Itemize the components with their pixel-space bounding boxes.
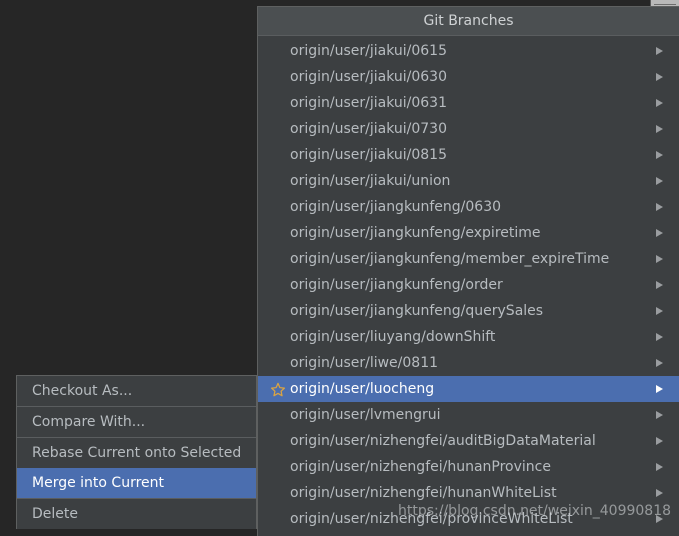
branch-row[interactable]: origin/user/jiakui/0631 bbox=[258, 90, 679, 116]
chevron-right-icon[interactable] bbox=[656, 125, 663, 133]
branch-label: origin/user/nizhengfei/provinceWhiteList bbox=[290, 511, 573, 527]
branch-label: origin/user/jiakui/0630 bbox=[290, 69, 447, 85]
branch-row[interactable]: origin/user/jiangkunfeng/order bbox=[258, 272, 679, 298]
branch-row[interactable]: origin/user/jiangkunfeng/0630 bbox=[258, 194, 679, 220]
context-menu-item[interactable]: Rebase Current onto Selected bbox=[17, 438, 256, 468]
chevron-right-icon[interactable] bbox=[656, 359, 663, 367]
branch-row[interactable]: origin/user/lvmengrui bbox=[258, 402, 679, 428]
context-menu-item[interactable]: Merge into Current bbox=[17, 468, 256, 498]
chevron-right-icon[interactable] bbox=[656, 255, 663, 263]
chevron-right-icon[interactable] bbox=[656, 411, 663, 419]
chevron-right-icon[interactable] bbox=[656, 203, 663, 211]
chevron-right-icon[interactable] bbox=[656, 151, 663, 159]
chevron-right-icon[interactable] bbox=[656, 437, 663, 445]
branch-row[interactable]: origin/user/jiakui/0615 bbox=[258, 38, 679, 64]
branch-row[interactable]: origin/user/jiakui/0730 bbox=[258, 116, 679, 142]
branch-label: origin/user/jiangkunfeng/member_expireTi… bbox=[290, 251, 610, 267]
chevron-right-icon[interactable] bbox=[656, 307, 663, 315]
branch-label: origin/user/luocheng bbox=[290, 381, 435, 397]
branch-row[interactable]: origin/user/liuyang/downShift bbox=[258, 324, 679, 350]
branch-label: origin/user/lvmengrui bbox=[290, 407, 441, 423]
screen-root: Git Branches origin/user/jiakui/0615 orig… bbox=[0, 0, 679, 536]
branch-label: origin/user/jiakui/0615 bbox=[290, 43, 447, 59]
branch-row[interactable]: origin/user/nizhengfei/provinceWhiteList bbox=[258, 506, 679, 532]
branch-label: origin/user/jiangkunfeng/expiretime bbox=[290, 225, 541, 241]
branch-row[interactable]: origin/user/nizhengfei/hunanProvince bbox=[258, 454, 679, 480]
chevron-right-icon[interactable] bbox=[656, 489, 663, 497]
git-branches-popup: Git Branches origin/user/jiakui/0615 orig… bbox=[257, 6, 679, 536]
context-menu-item[interactable]: Compare With... bbox=[17, 407, 256, 437]
branch-row[interactable]: origin/user/jiakui/0815 bbox=[258, 142, 679, 168]
branch-label: origin/user/nizhengfei/hunanProvince bbox=[290, 459, 551, 475]
chevron-right-icon[interactable] bbox=[656, 281, 663, 289]
branch-label: origin/user/jiakui/union bbox=[290, 173, 451, 189]
branch-row[interactable]: origin/user/jiangkunfeng/member_expireTi… bbox=[258, 246, 679, 272]
chevron-right-icon[interactable] bbox=[656, 333, 663, 341]
chevron-right-icon[interactable] bbox=[656, 177, 663, 185]
chevron-right-icon[interactable] bbox=[656, 47, 663, 55]
branch-context-menu: Checkout As... Compare With... Rebase Curr… bbox=[16, 375, 257, 529]
branch-label: origin/user/liuyang/downShift bbox=[290, 329, 496, 345]
branch-list: origin/user/jiakui/0615 origin/user/jiaku… bbox=[258, 36, 679, 532]
context-menu-item[interactable]: Delete bbox=[17, 499, 256, 529]
branch-label: origin/user/jiangkunfeng/order bbox=[290, 277, 503, 293]
chevron-right-icon[interactable] bbox=[656, 463, 663, 471]
branch-row[interactable]: origin/user/nizhengfei/hunanWhiteList bbox=[258, 480, 679, 506]
branch-label: origin/user/jiangkunfeng/querySales bbox=[290, 303, 544, 319]
chevron-right-icon[interactable] bbox=[656, 229, 663, 237]
branch-row[interactable]: origin/user/luocheng bbox=[258, 376, 679, 402]
branch-label: origin/user/nizhengfei/auditBigDataMater… bbox=[290, 433, 596, 449]
branch-row[interactable]: origin/user/jiakui/0630 bbox=[258, 64, 679, 90]
favorite-star-icon[interactable] bbox=[270, 381, 286, 397]
git-branches-title: Git Branches bbox=[258, 7, 679, 36]
branch-row[interactable]: origin/user/liwe/0811 bbox=[258, 350, 679, 376]
window-control-line-1 bbox=[654, 4, 676, 5]
branch-label: origin/user/jiakui/0730 bbox=[290, 121, 447, 137]
branch-row[interactable]: origin/user/nizhengfei/auditBigDataMater… bbox=[258, 428, 679, 454]
chevron-right-icon[interactable] bbox=[656, 385, 663, 393]
branch-label: origin/user/nizhengfei/hunanWhiteList bbox=[290, 485, 557, 501]
chevron-right-icon[interactable] bbox=[656, 73, 663, 81]
context-menu-item[interactable]: Checkout As... bbox=[17, 376, 256, 406]
branch-label: origin/user/jiangkunfeng/0630 bbox=[290, 199, 502, 215]
branch-label: origin/user/jiakui/0815 bbox=[290, 147, 447, 163]
chevron-right-icon[interactable] bbox=[656, 515, 663, 523]
branch-label: origin/user/liwe/0811 bbox=[290, 355, 439, 371]
branch-row[interactable]: origin/user/jiakui/union bbox=[258, 168, 679, 194]
chevron-right-icon[interactable] bbox=[656, 99, 663, 107]
branch-label: origin/user/jiakui/0631 bbox=[290, 95, 447, 111]
branch-row[interactable]: origin/user/jiangkunfeng/querySales bbox=[258, 298, 679, 324]
branch-row[interactable]: origin/user/jiangkunfeng/expiretime bbox=[258, 220, 679, 246]
